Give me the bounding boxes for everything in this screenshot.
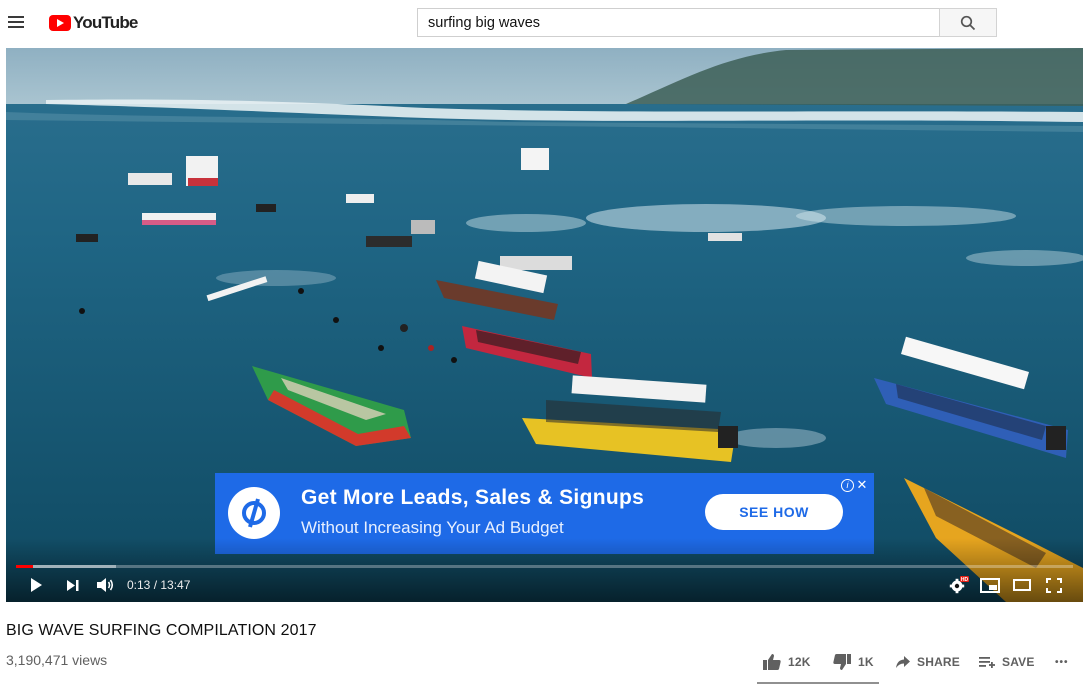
share-icon (896, 656, 910, 668)
ad-subtitle: Without Increasing Your Ad Budget (301, 518, 564, 537)
search-input[interactable] (417, 8, 939, 37)
like-button[interactable]: 12K (762, 650, 811, 674)
more-icon: ••• (1055, 656, 1069, 668)
save-label: SAVE (1002, 655, 1035, 669)
controls-gradient (6, 538, 1083, 602)
search-icon (960, 15, 976, 30)
search-bar (417, 8, 997, 37)
share-button[interactable]: SHARE (895, 650, 960, 674)
masthead: YouTube (0, 0, 1088, 46)
thumbs-up-icon (763, 654, 781, 670)
search-button[interactable] (939, 8, 997, 37)
ad-info-icon[interactable]: i (841, 479, 854, 492)
ad-close-icon[interactable]: ✕ (855, 478, 869, 492)
next-icon[interactable] (66, 579, 80, 592)
like-count: 12K (788, 655, 811, 669)
theater-mode-icon[interactable] (1013, 579, 1031, 591)
dislike-count: 1K (858, 655, 874, 669)
ad-title: Get More Leads, Sales & Signups (301, 486, 645, 509)
add-to-playlist-icon (979, 657, 995, 668)
advertiser-logo-icon (228, 487, 280, 539)
progress-played (16, 565, 33, 568)
share-label: SHARE (917, 655, 961, 669)
video-player[interactable]: Get More Leads, Sales & Signups Without … (6, 48, 1083, 602)
volume-icon[interactable] (96, 577, 116, 593)
miniplayer-icon[interactable] (980, 578, 1000, 593)
settings-icon[interactable]: HD (949, 576, 969, 594)
dislike-button[interactable]: 1K (832, 650, 874, 674)
logo-text: YouTube (73, 13, 138, 32)
sentiment-bar-like-fill (757, 682, 870, 684)
menu-icon[interactable] (6, 12, 28, 32)
hd-badge: HD (961, 577, 969, 583)
thumbs-down-icon (833, 654, 851, 670)
more-actions-button[interactable]: ••• (1055, 650, 1069, 674)
ad-cta-button[interactable]: SEE HOW (705, 494, 843, 530)
play-icon[interactable] (28, 577, 44, 593)
youtube-logo[interactable]: YouTube (49, 13, 138, 33)
time-display: 0:13 / 13:47 (127, 578, 191, 592)
action-bar: 12K 1K SHARE SAVE ••• (0, 650, 1088, 674)
sentiment-bar (757, 682, 879, 684)
youtube-logo-icon (49, 15, 71, 31)
fullscreen-icon[interactable] (1046, 578, 1062, 593)
save-button[interactable]: SAVE (978, 650, 1035, 674)
video-title: BIG WAVE SURFING COMPILATION 2017 (6, 622, 317, 639)
progress-bar[interactable] (16, 565, 1073, 568)
